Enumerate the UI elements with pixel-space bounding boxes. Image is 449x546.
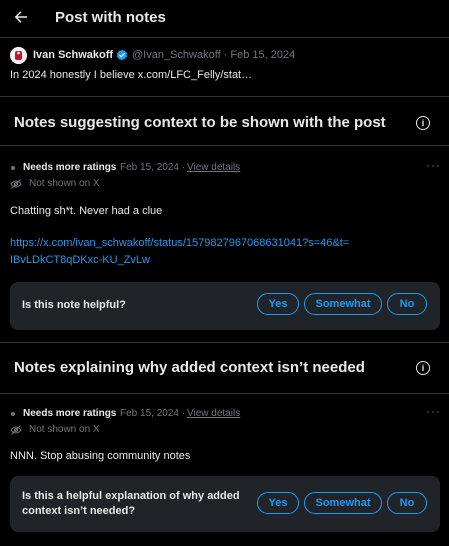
note-date: Feb 15, 2024 · xyxy=(120,162,186,173)
note-date: Feb 15, 2024 · xyxy=(120,408,186,419)
note-status: Needs more ratings xyxy=(23,408,117,419)
header-divider xyxy=(0,37,449,38)
rate-yes-button[interactable]: Yes xyxy=(257,492,299,514)
rate-note-box: Is this note helpful? Yes Somewhat No xyxy=(10,282,440,330)
section-title-context-not-needed: Notes explaining why added context isn’t… xyxy=(14,359,365,376)
page-title: Post with notes xyxy=(55,9,166,26)
rate-no-button[interactable]: No xyxy=(387,293,427,315)
rate-question: Is this note helpful? xyxy=(22,299,126,311)
not-shown-label: Not shown on X xyxy=(29,424,100,435)
back-arrow-icon[interactable] xyxy=(12,8,30,26)
rate-question: Is this a helpful explanation of why add… xyxy=(22,489,240,519)
info-icon[interactable]: i xyxy=(416,116,430,130)
rate-no-button[interactable]: No xyxy=(387,492,427,514)
section2-divider xyxy=(0,393,449,394)
view-details-link[interactable]: View details xyxy=(187,408,240,419)
rate-explanation-box: Is this a helpful explanation of why add… xyxy=(10,476,440,532)
eye-off-icon xyxy=(10,425,22,435)
rate-question-line2: context isn’t needed? xyxy=(22,505,136,517)
note-source-link[interactable]: https://x.com/ivan_schwakoff/status/1579… xyxy=(10,235,350,269)
not-shown-label: Not shown on X xyxy=(29,178,100,189)
status-dot-icon xyxy=(11,166,15,170)
note-text: NNN. Stop abusing community notes xyxy=(10,450,191,462)
rate-question-line1: Is this a helpful explanation of why add… xyxy=(22,490,240,502)
info-icon[interactable]: i xyxy=(416,361,430,375)
section1-divider xyxy=(0,145,449,146)
avatar[interactable] xyxy=(10,47,27,64)
eye-off-icon xyxy=(10,179,22,189)
status-dot-icon xyxy=(11,412,15,416)
more-icon[interactable]: ··· xyxy=(426,404,441,418)
rate-somewhat-button[interactable]: Somewhat xyxy=(304,492,382,514)
author-name[interactable]: Ivan Schwakoff xyxy=(33,49,113,61)
section-divider xyxy=(0,342,449,343)
view-details-link[interactable]: View details xyxy=(187,162,240,173)
note-text: Chatting sh*t. Never had a clue xyxy=(10,205,163,217)
post-divider xyxy=(0,96,449,97)
verified-badge-icon xyxy=(116,49,128,61)
author-handle-date: @Ivan_Schwakoff · Feb 15, 2024 xyxy=(132,49,296,61)
more-icon[interactable]: ··· xyxy=(426,158,441,172)
section-title-suggesting-context: Notes suggesting context to be shown wit… xyxy=(14,114,386,131)
rate-yes-button[interactable]: Yes xyxy=(257,293,299,315)
rate-somewhat-button[interactable]: Somewhat xyxy=(304,293,382,315)
note-status: Needs more ratings xyxy=(23,162,117,173)
post-text[interactable]: In 2024 honestly I believe x.com/LFC_Fel… xyxy=(10,69,252,81)
